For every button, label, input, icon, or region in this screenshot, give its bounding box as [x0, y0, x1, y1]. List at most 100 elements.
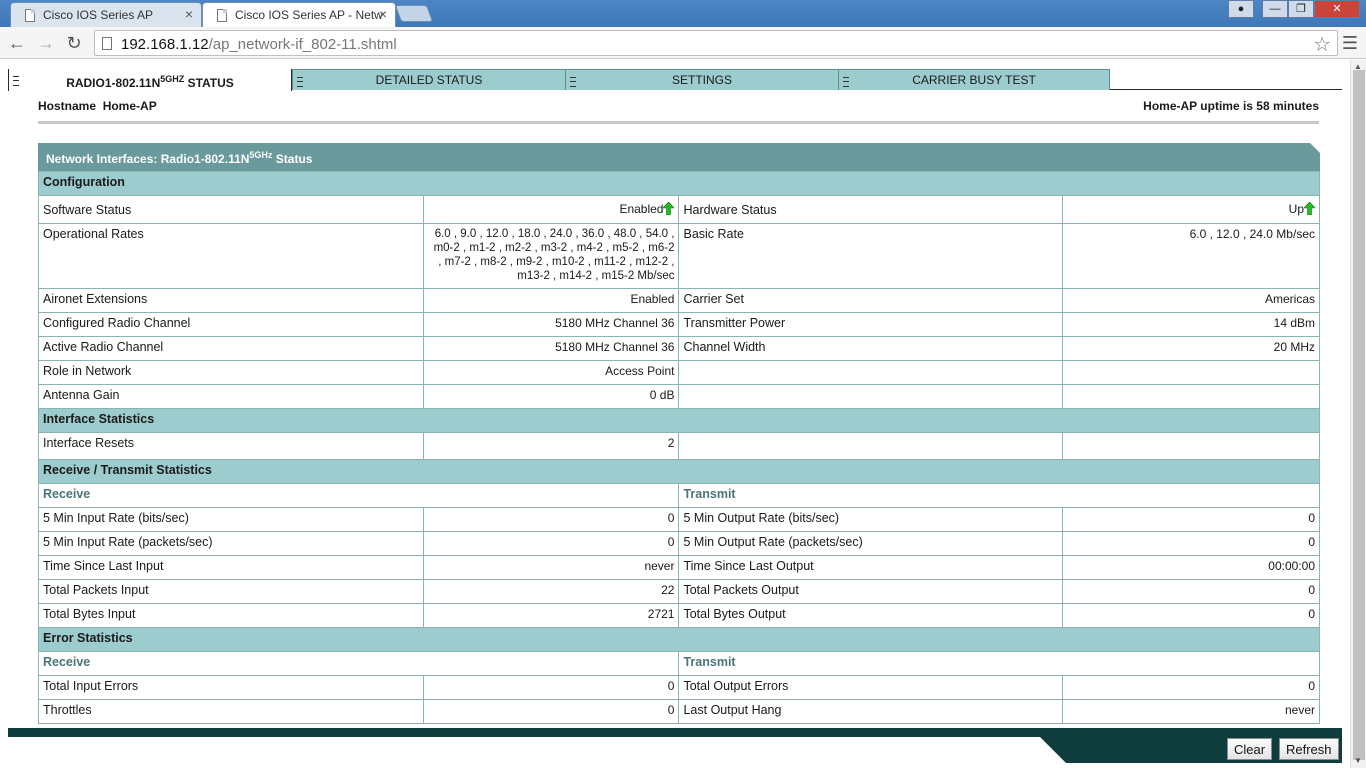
up-arrow-icon	[663, 202, 675, 215]
vertical-scrollbar[interactable]: ▲ ▼	[1350, 60, 1366, 768]
empty-cell	[678, 360, 1064, 385]
cell-label: Software Status	[38, 195, 424, 224]
table-row: Throttles 0 Last Output Hang never	[38, 699, 1320, 724]
panel-title-sup: 5GHz	[249, 150, 273, 160]
carrier-set-value: Americas	[1062, 288, 1320, 313]
cell-label: Transmitter Power	[678, 312, 1064, 337]
tab-radio-status[interactable]: RADIO1-802.11N5GHZ STATUS	[8, 69, 292, 91]
empty-cell	[1062, 432, 1320, 460]
uptime-text: Home-AP uptime is 58 minutes	[1143, 99, 1319, 113]
cell-label: Active Radio Channel	[38, 336, 424, 361]
cell-label: Total Packets Input	[38, 579, 424, 604]
footer-bar	[8, 728, 1342, 737]
tab-label: STATUS	[184, 76, 234, 90]
tab-carrier-busy-test[interactable]: CARRIER BUSY TEST	[838, 69, 1110, 90]
close-tab-icon[interactable]: ×	[379, 6, 387, 22]
grip-icon	[570, 77, 576, 87]
browser-toolbar: ← → ↻ 192.168.1.12/ap_network-if_802-11.…	[0, 27, 1366, 59]
scrollbar-thumb[interactable]	[1353, 70, 1365, 760]
table-row: 5 Min Input Rate (bits/sec) 0 5 Min Outp…	[38, 507, 1320, 532]
hardware-status-value: Up	[1288, 202, 1304, 216]
table-row: Active Radio Channel 5180 MHz Channel 36…	[38, 336, 1320, 361]
cell-label: Aironet Extensions	[38, 288, 424, 313]
hostname-line: Hostname Home-AP	[38, 99, 157, 113]
restore-button[interactable]: ❐	[1288, 0, 1314, 18]
transmit-subheader: Transmit	[678, 651, 1320, 676]
configured-channel-value: 5180 MHz Channel 36	[422, 312, 680, 337]
cell-value: never	[1062, 699, 1320, 724]
section-configuration: Configuration	[38, 171, 1320, 196]
cell-value: 0	[422, 699, 680, 724]
tab-label: DETAILED STATUS	[375, 73, 483, 87]
section-header: Interface Statistics	[38, 408, 1320, 433]
grip-icon	[13, 76, 19, 86]
menu-icon[interactable]: ☰	[1342, 33, 1358, 54]
transmit-subheader: Transmit	[678, 483, 1320, 508]
close-window-button[interactable]: ✕	[1314, 0, 1360, 18]
cell-label: Throttles	[38, 699, 424, 724]
section-error-statistics: Error Statistics	[38, 627, 1320, 652]
cell-value: 0	[1062, 579, 1320, 604]
section-interface-statistics: Interface Statistics	[38, 408, 1320, 433]
url-text[interactable]: 192.168.1.12/ap_network-if_802-11.shtml	[121, 36, 397, 53]
refresh-button[interactable]: Refresh	[1279, 738, 1339, 760]
cell-value: 0	[422, 675, 680, 700]
grip-icon	[297, 77, 303, 87]
hostname-value: Home-AP	[102, 99, 157, 113]
cell-label: Last Output Hang	[678, 699, 1064, 724]
cell-value: 0	[1062, 507, 1320, 532]
interface-resets-value: 2	[422, 432, 680, 460]
empty-cell	[1062, 384, 1320, 409]
status-table: Configuration Software Status Enabled Ha…	[37, 171, 1320, 724]
cell-value: 00:00:00	[1062, 555, 1320, 580]
tab-detailed-status[interactable]: DETAILED STATUS	[292, 69, 566, 90]
panel-title: Network Interfaces: Radio1-802.11N5GHz S…	[38, 143, 1320, 171]
reload-icon[interactable]: ↻	[63, 32, 85, 54]
cell-label: Carrier Set	[678, 288, 1064, 313]
cell-label: 5 Min Output Rate (packets/sec)	[678, 531, 1064, 556]
table-row: Aironet Extensions Enabled Carrier Set A…	[38, 288, 1320, 313]
cell-label: Channel Width	[678, 336, 1064, 361]
bookmark-star-icon[interactable]: ☆	[1313, 32, 1331, 57]
scroll-down-icon[interactable]: ▼	[1354, 756, 1362, 765]
cell-label: Total Bytes Output	[678, 603, 1064, 628]
minimize-button[interactable]: —	[1262, 0, 1288, 18]
cell-value: 0	[1062, 603, 1320, 628]
cell-label: Total Output Errors	[678, 675, 1064, 700]
tab-label: CARRIER BUSY TEST	[912, 73, 1036, 87]
section-receive-transmit: Receive / Transmit Statistics	[38, 459, 1320, 484]
clear-button[interactable]: Clear	[1227, 738, 1273, 760]
cell-label: 5 Min Output Rate (bits/sec)	[678, 507, 1064, 532]
cell-value: 0	[1062, 675, 1320, 700]
close-tab-icon[interactable]: ×	[185, 6, 193, 22]
browser-tab-title: Cisco IOS Series AP - Netw	[235, 8, 383, 22]
cell-label: 5 Min Input Rate (bits/sec)	[38, 507, 424, 532]
table-row: Software Status Enabled Hardware Status …	[38, 195, 1320, 224]
tab-settings[interactable]: SETTINGS	[565, 69, 839, 90]
software-status-cell: Enabled	[422, 195, 680, 224]
cell-label: Total Bytes Input	[38, 603, 424, 628]
forward-arrow-icon[interactable]: →	[35, 32, 57, 54]
address-bar[interactable]: 192.168.1.12/ap_network-if_802-11.shtml …	[94, 30, 1338, 56]
page-icon	[102, 37, 112, 50]
aironet-value: Enabled	[422, 288, 680, 313]
cell-value: 0	[422, 507, 680, 532]
empty-cell	[1062, 360, 1320, 385]
tab-label: RADIO1-802.11N	[66, 76, 161, 90]
cell-label: Time Since Last Output	[678, 555, 1064, 580]
up-arrow-icon	[1304, 202, 1315, 215]
new-tab-button[interactable]	[394, 5, 434, 22]
cell-value: 2721	[422, 603, 680, 628]
page-content: RADIO1-802.11N5GHZ STATUS DETAILED STATU…	[0, 60, 1350, 768]
divider	[38, 121, 1319, 124]
cell-label: Operational Rates	[38, 223, 424, 289]
browser-tab-1[interactable]: Cisco IOS Series AP ×	[10, 2, 202, 27]
antenna-gain-value: 0 dB	[422, 384, 680, 409]
subheader-row: Receive Transmit	[37, 651, 1320, 676]
user-icon[interactable]: ●	[1228, 0, 1254, 18]
back-arrow-icon[interactable]: ←	[6, 32, 28, 54]
cell-label: Interface Resets	[38, 432, 424, 460]
browser-tab-2[interactable]: Cisco IOS Series AP - Netw ×	[202, 2, 396, 27]
operational-rates-value: 6.0 , 9.0 , 12.0 , 18.0 , 24.0 , 36.0 , …	[422, 223, 680, 289]
table-row: Interface Resets 2	[38, 432, 1320, 460]
